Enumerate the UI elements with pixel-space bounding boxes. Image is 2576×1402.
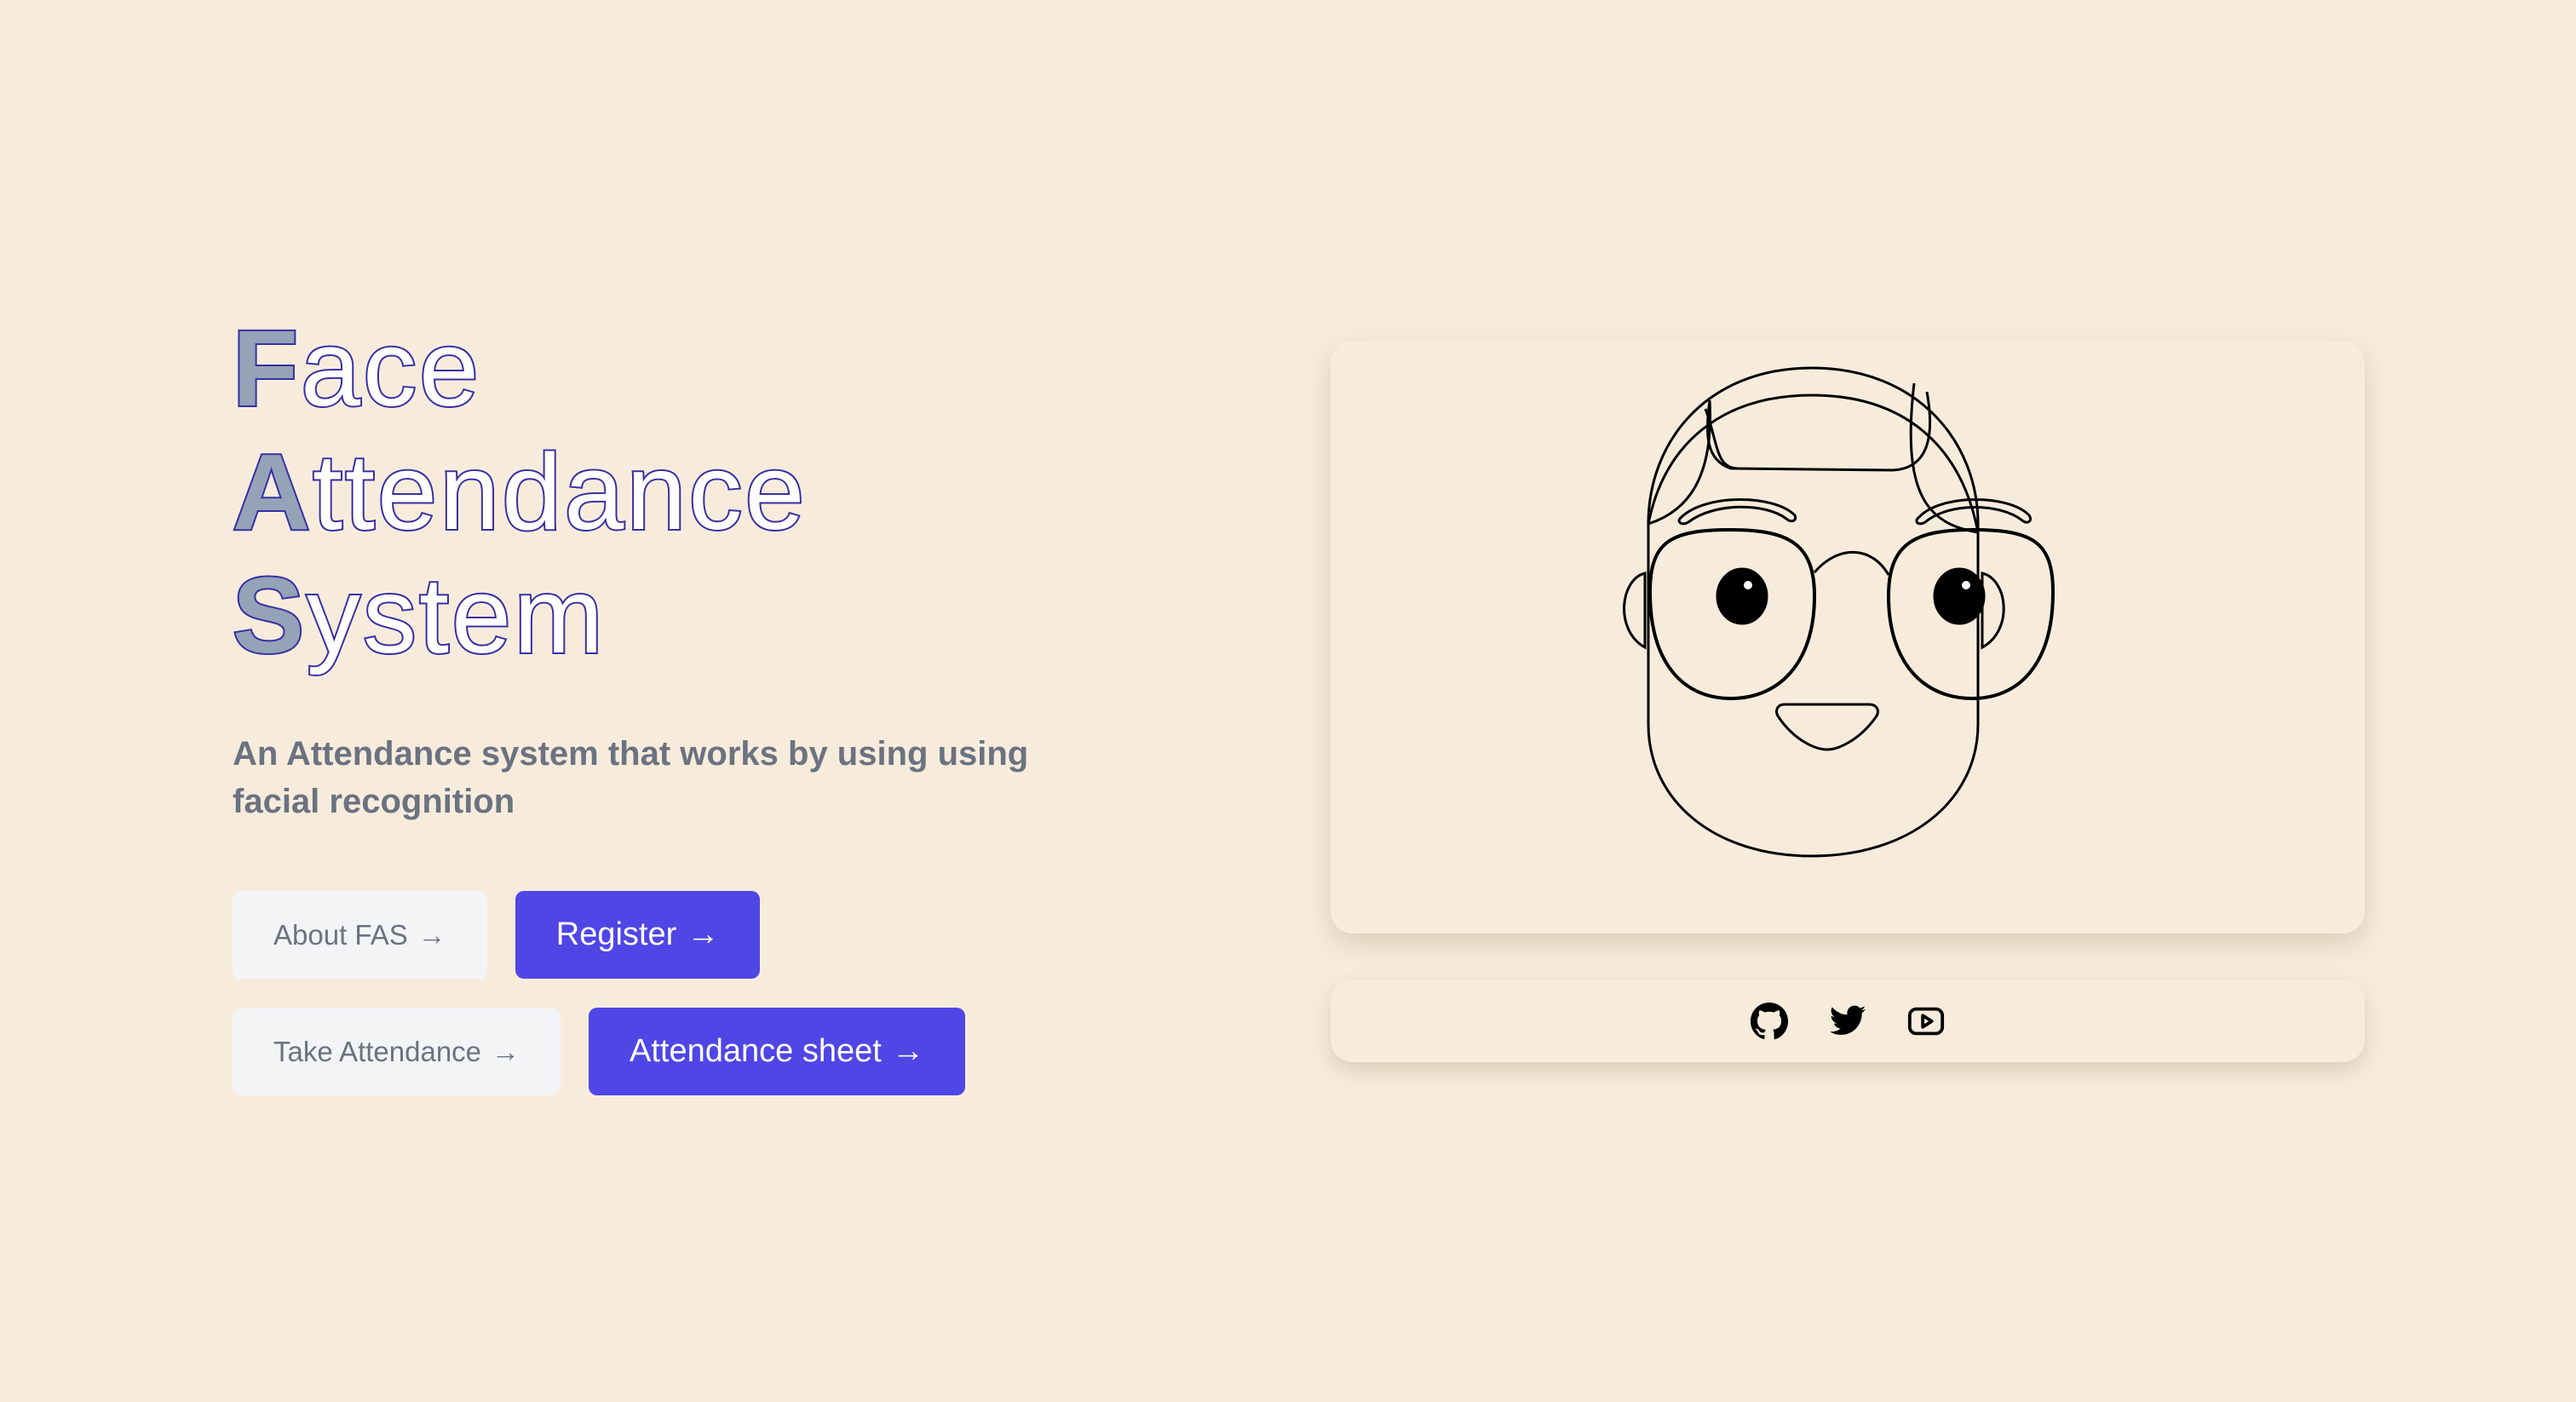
title-line-system: System — [231, 554, 1170, 677]
right-eye-highlight — [1962, 581, 1970, 589]
title-initial: S — [231, 554, 308, 677]
illustration-card — [1331, 341, 2365, 934]
button-label: Take Attendance — [273, 1035, 482, 1067]
arrow-right-icon: → — [891, 1033, 924, 1069]
title-line-face: Face — [231, 307, 1170, 430]
title-initial: A — [231, 430, 313, 554]
right-ear — [1981, 572, 2005, 650]
github-icon — [1750, 1002, 1789, 1039]
arrow-right-icon: → — [687, 916, 720, 952]
hero-section: Face Attendance System An Attendance sys… — [231, 307, 1170, 1095]
page-title: Face Attendance System — [231, 307, 1170, 677]
title-rest: ttendance — [311, 430, 808, 554]
twitter-icon — [1829, 1005, 1866, 1035]
title-initial: F — [231, 307, 301, 430]
attendance-sheet-button[interactable]: Attendance sheet → — [589, 1008, 965, 1095]
title-rest: ace — [299, 307, 482, 430]
hero-subtitle: An Attendance system that works by using… — [233, 735, 1029, 820]
hair-strand — [1706, 391, 1932, 472]
title-rest: ystem — [305, 554, 607, 677]
button-row-primary: About FAS → Register → — [233, 891, 761, 979]
about-fas-button[interactable]: About FAS → — [233, 891, 487, 979]
right-eye — [1933, 567, 1986, 625]
left-ear — [1623, 572, 1647, 650]
social-links-bar — [1331, 980, 2365, 1062]
left-eye-highlight — [1744, 581, 1752, 589]
register-button[interactable]: Register → — [515, 891, 761, 979]
left-eyebrow — [1677, 498, 1797, 526]
youtube-icon — [1907, 1007, 1945, 1035]
button-row-secondary: Take Attendance → Attendance sheet → — [233, 1008, 965, 1095]
take-attendance-button[interactable]: Take Attendance → — [233, 1008, 561, 1095]
button-label: Register — [555, 916, 677, 952]
mouth — [1775, 703, 1879, 751]
glasses-bridge — [1813, 550, 1890, 576]
arrow-right-icon: → — [417, 918, 446, 951]
arrow-right-icon: → — [492, 1035, 520, 1067]
left-eye — [1716, 567, 1768, 625]
button-label: About FAS — [273, 918, 408, 951]
button-label: Attendance sheet — [630, 1033, 882, 1069]
youtube-link[interactable] — [1906, 1002, 1946, 1041]
github-link[interactable] — [1750, 1002, 1789, 1041]
title-line-attendance: Attendance — [231, 430, 1170, 554]
twitter-link[interactable] — [1828, 1002, 1867, 1041]
face-illustration — [1623, 366, 2056, 858]
